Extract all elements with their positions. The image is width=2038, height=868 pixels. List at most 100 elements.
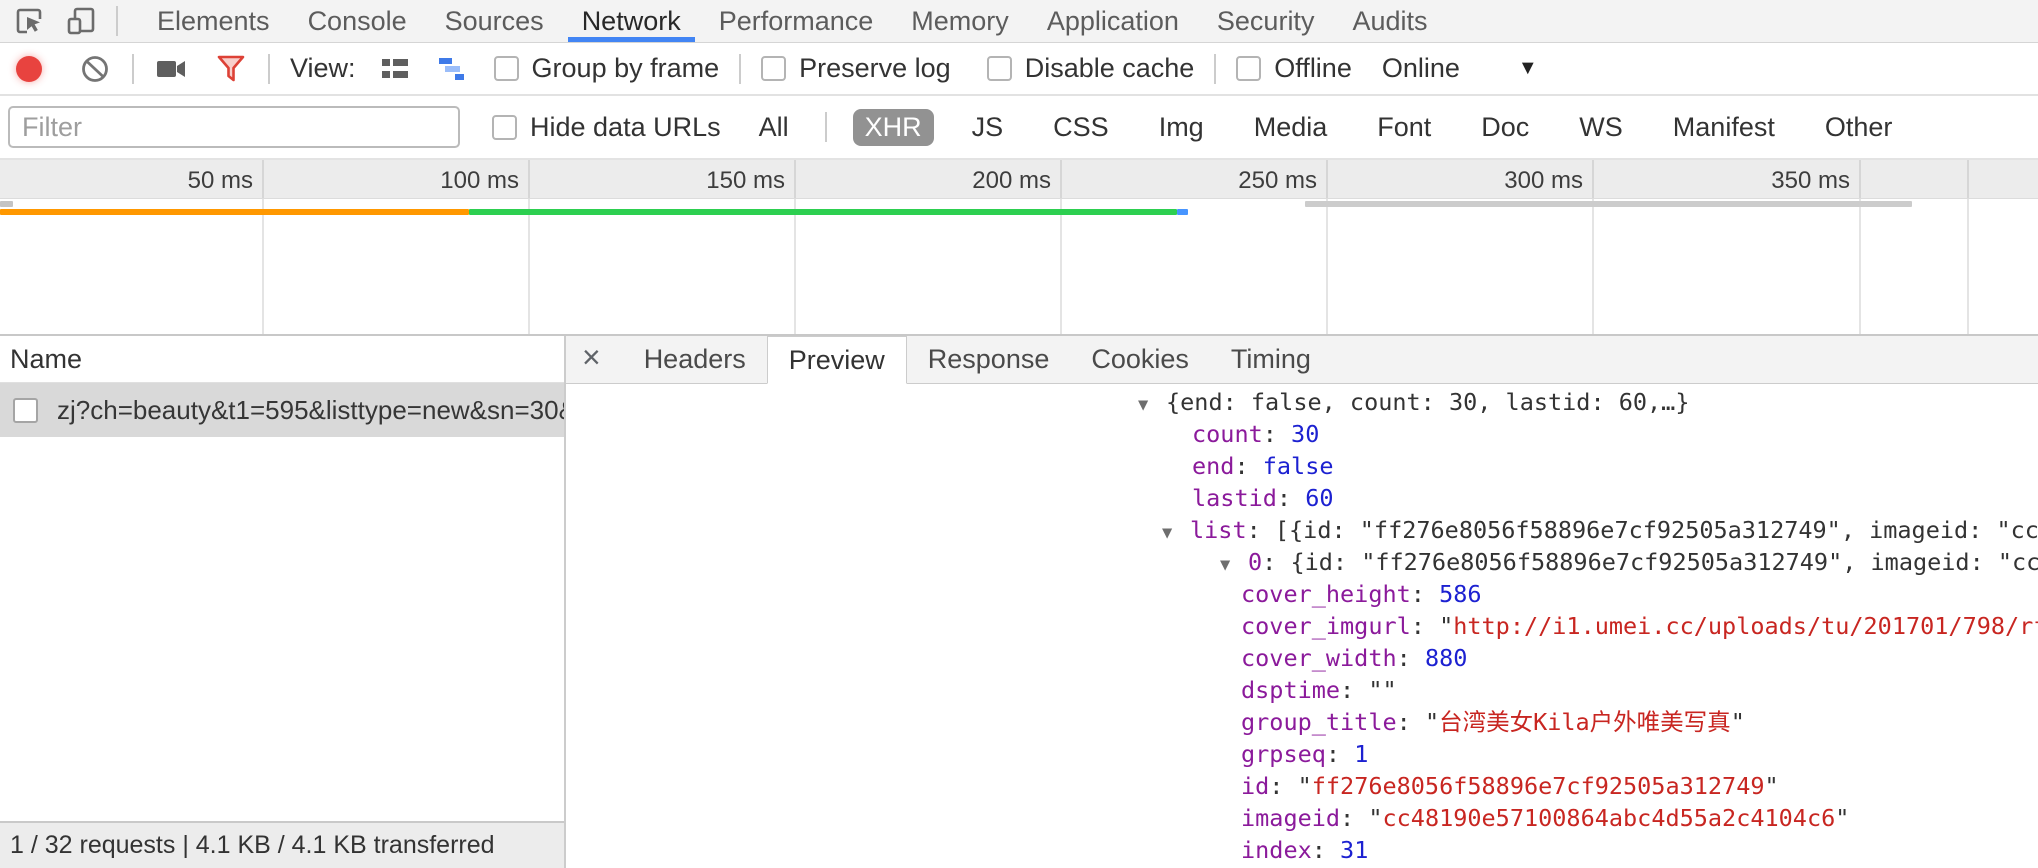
group-by-frame-checkbox[interactable]	[494, 56, 519, 81]
tree-line[interactable]: grpseq: 1	[566, 738, 2038, 770]
filter-chip-img[interactable]: Img	[1147, 109, 1216, 146]
filter-chip-ws[interactable]: WS	[1567, 109, 1635, 146]
tree-segment-k: group_title	[1241, 708, 1397, 736]
requests-panel: Name zj?ch=beauty&t1=595&listtype=new&sn…	[0, 336, 566, 868]
tab-memory[interactable]: Memory	[892, 0, 1028, 42]
tree-line[interactable]: group_title: "台湾美女Kila户外唯美写真"	[566, 706, 2038, 738]
tree-line[interactable]: cover_height: 586	[566, 578, 2038, 610]
tab-network[interactable]: Network	[563, 0, 700, 42]
timeline-gridline	[1326, 160, 1328, 198]
filter-chip-font[interactable]: Font	[1365, 109, 1443, 146]
filter-chip-js[interactable]: JS	[960, 109, 1016, 146]
timeline-gridline	[794, 199, 796, 334]
filter-input[interactable]	[8, 106, 460, 148]
tree-segment-s: ff276e8056f58896e7cf92505a312749	[1312, 772, 1765, 800]
tree-segment-p: :	[1411, 580, 1439, 608]
tree-line[interactable]: ▼{end: false, count: 30, lastid: 60,…}	[566, 386, 2038, 418]
detail-tabbar: × HeadersPreviewResponseCookiesTiming	[566, 336, 2038, 384]
tabbar-separator	[116, 6, 118, 36]
timeline-gridline	[262, 199, 264, 334]
group-by-frame-option: Group by frame	[494, 53, 720, 84]
tab-application[interactable]: Application	[1028, 0, 1198, 42]
network-toolbar: View: Group by frame Preserve log	[0, 43, 2038, 96]
tree-segment-n: 31	[1340, 836, 1368, 864]
detail-tab-headers[interactable]: Headers	[623, 336, 767, 383]
tab-sources[interactable]: Sources	[426, 0, 563, 42]
tree-line[interactable]: id: "ff276e8056f58896e7cf92505a312749"	[566, 770, 2038, 802]
inspect-element-icon[interactable]	[12, 4, 46, 38]
preserve-log-label: Preserve log	[799, 53, 951, 84]
chevron-down-icon[interactable]: ▼	[1518, 57, 1538, 80]
filter-chip-doc[interactable]: Doc	[1469, 109, 1541, 146]
offline-checkbox[interactable]	[1236, 56, 1261, 81]
detail-tab-timing[interactable]: Timing	[1210, 336, 1332, 383]
close-icon[interactable]: ×	[580, 336, 613, 383]
filter-chip-css[interactable]: CSS	[1041, 109, 1121, 146]
detail-tab-response[interactable]: Response	[907, 336, 1071, 383]
throttling-select[interactable]: Online	[1382, 53, 1460, 84]
filter-funnel-icon[interactable]	[214, 52, 248, 86]
timeline-gridline	[1859, 199, 1861, 334]
record-button[interactable]	[16, 56, 42, 82]
tree-line[interactable]: lastid: 60	[566, 482, 2038, 514]
expand-triangle-icon[interactable]: ▼	[1220, 549, 1248, 581]
timeline-gridline	[1326, 199, 1328, 334]
tree-line[interactable]: end: false	[566, 450, 2038, 482]
name-column-header[interactable]: Name	[0, 336, 564, 383]
tree-line[interactable]: cover_width: 880	[566, 642, 2038, 674]
tab-console[interactable]: Console	[289, 0, 426, 42]
tab-elements[interactable]: Elements	[138, 0, 289, 42]
filter-chip-xhr[interactable]: XHR	[853, 109, 934, 146]
preview-json-tree: ▼{end: false, count: 30, lastid: 60,…}co…	[566, 384, 2038, 868]
overview-request-bar	[0, 209, 469, 215]
timeline-tick-label: 250 ms	[1167, 167, 1317, 195]
clear-icon[interactable]	[78, 52, 112, 86]
detail-tab-cookies[interactable]: Cookies	[1070, 336, 1210, 383]
capture-screenshots-icon[interactable]	[154, 52, 188, 86]
detail-tab-preview[interactable]: Preview	[767, 336, 907, 384]
tree-segment-k: grpseq	[1241, 740, 1326, 768]
filter-chip-other[interactable]: Other	[1813, 109, 1905, 146]
filter-chip-manifest[interactable]: Manifest	[1661, 109, 1787, 146]
timeline-tick-label: 50 ms	[103, 167, 253, 195]
tab-performance[interactable]: Performance	[700, 0, 893, 42]
tree-line[interactable]: dsptime: ""	[566, 674, 2038, 706]
tree-line[interactable]: ▼0: {id: "ff276e8056f58896e7cf92505a3127…	[566, 546, 2038, 578]
filter-chip-all[interactable]: All	[747, 109, 801, 146]
small-request-rows-icon[interactable]	[378, 52, 412, 86]
tree-segment-p: :	[1397, 644, 1425, 672]
tab-audits[interactable]: Audits	[1333, 0, 1446, 42]
main-tabbar: ElementsConsoleSourcesNetworkPerformance…	[0, 0, 2038, 43]
requests-empty-area	[0, 437, 564, 821]
overview-request-bar	[0, 201, 13, 207]
request-detail-panel: × HeadersPreviewResponseCookiesTiming ▼{…	[566, 336, 2038, 868]
show-overview-waterfall-icon[interactable]	[436, 52, 470, 86]
offline-label: Offline	[1274, 53, 1352, 84]
timeline-tick-label: 100 ms	[369, 167, 519, 195]
hide-data-urls-checkbox[interactable]	[492, 115, 517, 140]
expand-triangle-icon[interactable]: ▼	[1138, 389, 1166, 421]
tree-segment-p: :	[1326, 740, 1354, 768]
request-row-selected[interactable]: zj?ch=beauty&t1=595&listtype=new&sn=30&l…	[0, 383, 564, 437]
toggle-device-toolbar-icon[interactable]	[64, 4, 98, 38]
preserve-log-checkbox[interactable]	[761, 56, 786, 81]
overview-request-bar	[469, 209, 1177, 215]
tree-line[interactable]: count: 30	[566, 418, 2038, 450]
tree-segment-n: 880	[1425, 644, 1467, 672]
network-overview[interactable]: 50 ms100 ms150 ms200 ms250 ms300 ms350 m…	[0, 160, 2038, 336]
tree-segment-p: : [{id: "ff276e8056f58896e7cf92505a31274…	[1247, 516, 2038, 544]
disable-cache-label: Disable cache	[1025, 53, 1195, 84]
disable-cache-checkbox[interactable]	[987, 56, 1012, 81]
tree-line[interactable]: cover_imgurl: "http://i1.umei.cc/uploads…	[566, 610, 2038, 642]
tab-security[interactable]: Security	[1198, 0, 1334, 42]
tree-segment-k: count	[1192, 420, 1263, 448]
tree-line[interactable]: imageid: "cc48190e57100864abc4d55a2c4104…	[566, 802, 2038, 834]
expand-triangle-icon[interactable]: ▼	[1162, 517, 1190, 549]
timeline-gridline	[262, 160, 264, 198]
tree-line[interactable]: index: 31	[566, 834, 2038, 866]
request-name: zj?ch=beauty&t1=595&listtype=new&sn=30&l…	[57, 395, 564, 426]
network-main: Name zj?ch=beauty&t1=595&listtype=new&sn…	[0, 336, 2038, 868]
tree-line[interactable]: ▼list: [{id: "ff276e8056f58896e7cf92505a…	[566, 514, 2038, 546]
filter-chip-media[interactable]: Media	[1242, 109, 1340, 146]
timeline-gridline	[1592, 160, 1594, 198]
